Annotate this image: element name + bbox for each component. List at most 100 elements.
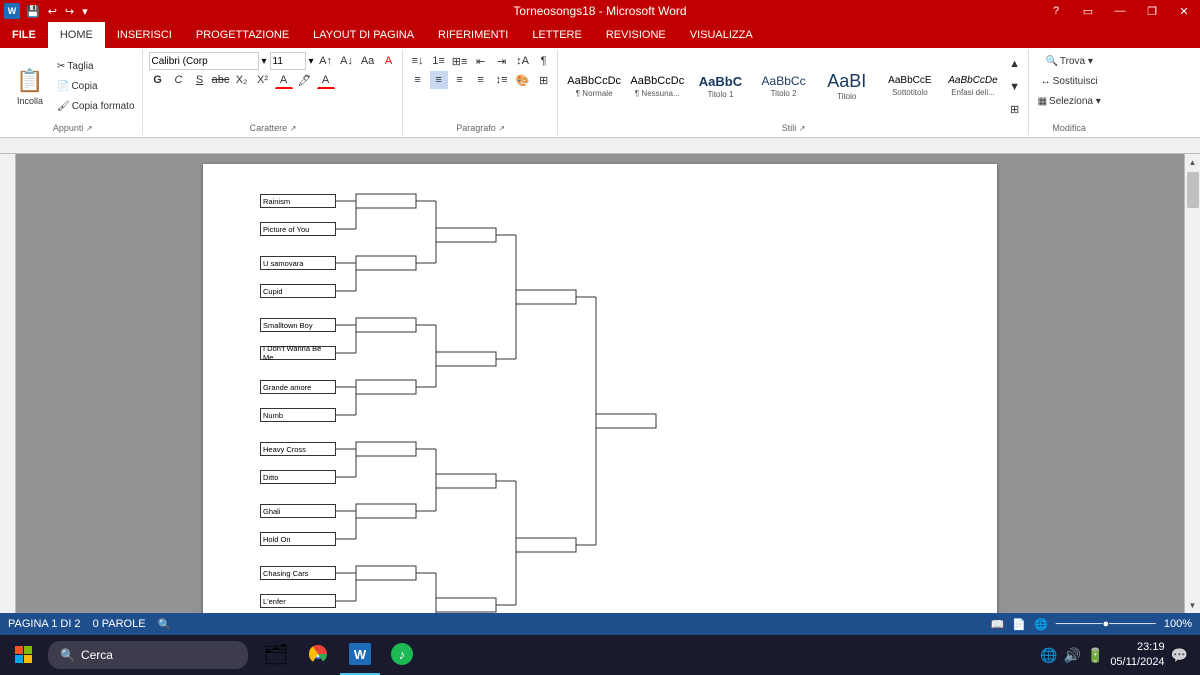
scroll-up-arrow[interactable]: ▲ bbox=[1185, 154, 1200, 170]
taskbar-file-explorer[interactable]: 🗂 bbox=[256, 635, 296, 675]
modifica-group: 🔍 Trova ▾ ↔ Sostituisci ▦ Seleziona ▾ Mo… bbox=[1031, 50, 1108, 135]
font-size-dropdown[interactable]: ▾ bbox=[309, 56, 314, 67]
tab-visualizza[interactable]: VISUALIZZA bbox=[678, 22, 765, 48]
lang-indicator[interactable]: 🔍 bbox=[158, 618, 172, 631]
para-row-2: ≡ ≡ ≡ ≡ ↕≡ 🎨 ⊞ bbox=[409, 71, 553, 89]
network-icon[interactable]: 🌐 bbox=[1040, 647, 1057, 664]
tab-home[interactable]: HOME bbox=[48, 22, 105, 48]
taskbar-datetime[interactable]: 23:19 05/11/2024 bbox=[1110, 640, 1164, 671]
page-count[interactable]: PAGINA 1 DI 2 bbox=[8, 618, 81, 630]
maximize-btn[interactable]: ❐ bbox=[1136, 0, 1168, 22]
zoom-level[interactable]: 100% bbox=[1164, 618, 1192, 630]
border-btn[interactable]: ⊞ bbox=[535, 71, 553, 89]
view-layout-btn[interactable]: 📄 bbox=[1012, 618, 1026, 631]
increase-indent-btn[interactable]: ⇥ bbox=[493, 52, 511, 70]
redo-quick-btn[interactable]: ↪ bbox=[63, 5, 76, 18]
text-color-btn[interactable]: A bbox=[317, 71, 335, 89]
font-color-btn[interactable]: A bbox=[275, 71, 293, 89]
document-page: Rainism Picture of You U samovara Cupid … bbox=[203, 164, 997, 613]
bullet-list-btn[interactable]: ≡↓ bbox=[409, 52, 427, 70]
font-shrink-btn[interactable]: A↓ bbox=[338, 52, 356, 70]
bold-btn[interactable]: G bbox=[149, 71, 167, 89]
clear-format-btn[interactable]: A bbox=[380, 52, 398, 70]
tab-file[interactable]: FILE bbox=[0, 22, 48, 48]
tab-progettazione[interactable]: PROGETTAZIONE bbox=[184, 22, 301, 48]
view-read-btn[interactable]: 📖 bbox=[991, 618, 1005, 631]
customize-quick-btn[interactable]: ▾ bbox=[80, 5, 90, 18]
tab-lettere[interactable]: LETTERE bbox=[520, 22, 594, 48]
show-marks-btn[interactable]: ¶ bbox=[535, 52, 553, 70]
help-btn[interactable]: ? bbox=[1040, 0, 1072, 22]
font-grow-btn[interactable]: A↑ bbox=[317, 52, 335, 70]
copia-btn[interactable]: 📄 Copia bbox=[54, 78, 138, 96]
zoom-slider[interactable]: ──────●────── bbox=[1056, 618, 1156, 630]
ribbon-display-btn[interactable]: ▭ bbox=[1072, 0, 1104, 22]
strikethrough-btn[interactable]: abc bbox=[212, 71, 230, 89]
style-normale-preview: AaBbCcDc bbox=[567, 76, 621, 87]
trova-btn[interactable]: 🔍 Trova ▾ bbox=[1042, 52, 1095, 70]
save-quick-btn[interactable]: 💾 bbox=[24, 5, 42, 18]
para-row-1: ≡↓ 1≡ ⊞≡ ⇤ ⇥ ↕A ¶ bbox=[409, 52, 553, 70]
styles-scroll-down[interactable]: ▼ bbox=[1006, 78, 1024, 96]
doc-canvas[interactable]: Rainism Picture of You U samovara Cupid … bbox=[16, 154, 1184, 613]
taskbar-search-box[interactable]: 🔍 Cerca bbox=[48, 641, 248, 669]
align-right-btn[interactable]: ≡ bbox=[451, 71, 469, 89]
underline-btn[interactable]: S bbox=[191, 71, 209, 89]
font-family-dropdown[interactable]: ▾ bbox=[262, 56, 267, 67]
tab-inserisci[interactable]: INSERISCI bbox=[105, 22, 184, 48]
style-normale[interactable]: AaBbCcDc ¶ Normale bbox=[564, 57, 625, 117]
paragrafo-content: ≡↓ 1≡ ⊞≡ ⇤ ⇥ ↕A ¶ ≡ ≡ ≡ ≡ ↕≡ 🎨 ⊞ bbox=[409, 52, 553, 121]
subscript-btn[interactable]: X₂ bbox=[233, 71, 251, 89]
taglia-btn[interactable]: ✂ Taglia bbox=[54, 58, 138, 76]
scrollbar-right[interactable]: ▲ ▼ bbox=[1184, 154, 1200, 613]
style-nessuna[interactable]: AaBbCcDc ¶ Nessuna... bbox=[627, 57, 688, 117]
style-titolo-preview: AaBI bbox=[827, 72, 866, 90]
tab-revisione[interactable]: REVISIONE bbox=[594, 22, 678, 48]
font-size-input[interactable] bbox=[270, 52, 306, 70]
sort-btn[interactable]: ↕A bbox=[514, 52, 532, 70]
minimize-btn[interactable]: — bbox=[1104, 0, 1136, 22]
taskbar-word[interactable]: W bbox=[340, 635, 380, 675]
style-enfasi[interactable]: AaBbCcDe Enfasi deli... bbox=[942, 57, 1003, 117]
align-center-btn[interactable]: ≡ bbox=[430, 71, 448, 89]
undo-quick-btn[interactable]: ↩ bbox=[46, 5, 59, 18]
shading-btn[interactable]: 🎨 bbox=[514, 71, 532, 89]
font-family-input[interactable] bbox=[149, 52, 259, 70]
sostituisci-btn[interactable]: ↔ Sostituisci bbox=[1038, 72, 1101, 90]
taskbar-spotify[interactable]: ♪ bbox=[382, 635, 422, 675]
align-left-btn[interactable]: ≡ bbox=[409, 71, 427, 89]
view-web-btn[interactable]: 🌐 bbox=[1034, 618, 1048, 631]
italic-btn[interactable]: C bbox=[170, 71, 188, 89]
tab-riferimenti[interactable]: RIFERIMENTI bbox=[426, 22, 520, 48]
appunti-group: 📋 Incolla ✂ Taglia 📄 Copia 🖌 Copia forma… bbox=[4, 50, 143, 135]
scroll-down-arrow[interactable]: ▼ bbox=[1185, 597, 1200, 613]
line-spacing-btn[interactable]: ↕≡ bbox=[493, 71, 511, 89]
start-button[interactable] bbox=[4, 635, 44, 675]
taskbar-chrome[interactable] bbox=[298, 635, 338, 675]
word-count[interactable]: 0 PAROLE bbox=[93, 618, 146, 630]
notification-icon[interactable]: 💬 bbox=[1171, 647, 1188, 664]
change-case-btn[interactable]: Aa bbox=[359, 52, 377, 70]
copia-formato-btn[interactable]: 🖌 Copia formato bbox=[54, 98, 138, 116]
highlight-btn[interactable]: 🖊 bbox=[296, 71, 314, 89]
tab-layout[interactable]: LAYOUT DI PAGINA bbox=[301, 22, 426, 48]
styles-gallery: AaBbCcDc ¶ Normale AaBbCcDc ¶ Nessuna...… bbox=[564, 57, 1004, 117]
multilevel-list-btn[interactable]: ⊞≡ bbox=[451, 52, 469, 70]
style-titolo2[interactable]: AaBbCc Titolo 2 bbox=[753, 57, 814, 117]
superscript-btn[interactable]: X² bbox=[254, 71, 272, 89]
num-list-btn[interactable]: 1≡ bbox=[430, 52, 448, 70]
volume-icon[interactable]: 🔊 bbox=[1063, 647, 1080, 664]
styles-expand[interactable]: ⊞ bbox=[1006, 101, 1024, 119]
style-titolo[interactable]: AaBI Titolo bbox=[816, 57, 877, 117]
close-btn[interactable]: ✕ bbox=[1168, 0, 1200, 22]
style-sottotitolo[interactable]: AaBbCcE Sottotitolo bbox=[879, 57, 940, 117]
justify-btn[interactable]: ≡ bbox=[472, 71, 490, 89]
battery-icon[interactable]: 🔋 bbox=[1087, 647, 1104, 664]
style-titolo1[interactable]: AaBbC Titolo 1 bbox=[690, 57, 751, 117]
seleziona-btn[interactable]: ▦ Seleziona ▾ bbox=[1035, 92, 1104, 110]
styles-scroll-up[interactable]: ▲ bbox=[1006, 55, 1024, 73]
incolla-btn[interactable]: 📋 Incolla bbox=[8, 57, 52, 117]
style-sottotitolo-label: Sottotitolo bbox=[892, 88, 928, 97]
scroll-thumb[interactable] bbox=[1187, 172, 1199, 208]
decrease-indent-btn[interactable]: ⇤ bbox=[472, 52, 490, 70]
